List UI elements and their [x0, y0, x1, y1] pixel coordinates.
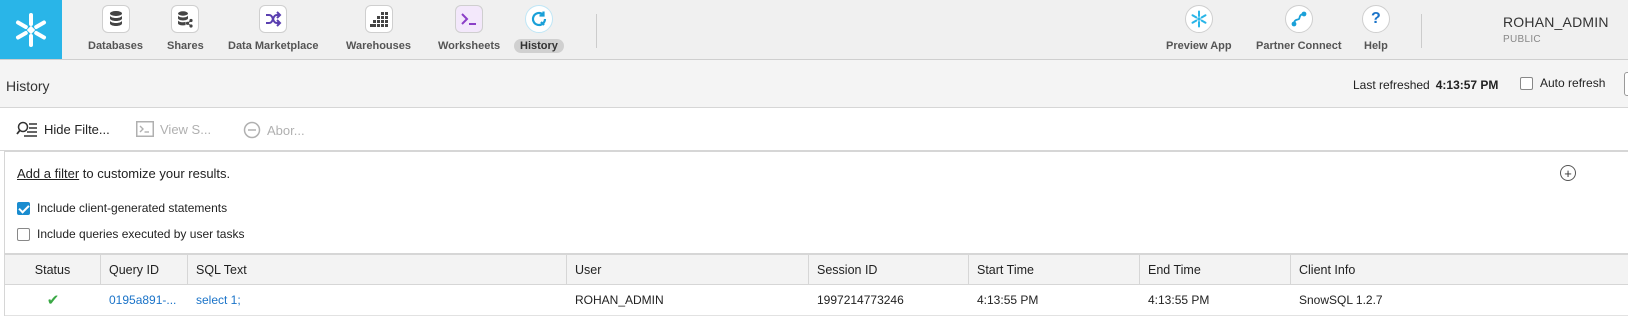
- column-header-status[interactable]: Status: [5, 255, 101, 284]
- nav-help-label: Help: [1364, 40, 1388, 52]
- query-id-link[interactable]: 0195a891-...: [109, 293, 176, 307]
- nav-databases[interactable]: Databases: [82, 0, 149, 59]
- nav-preview-app-label: Preview App: [1166, 40, 1232, 52]
- success-check-icon: ✔: [46, 292, 60, 309]
- add-filter-plus-icon[interactable]: +: [1560, 165, 1576, 181]
- view-sql-button[interactable]: View S...: [136, 121, 211, 137]
- marketplace-icon: [259, 5, 288, 33]
- column-header-sql-text[interactable]: SQL Text: [188, 255, 567, 284]
- abort-icon: [243, 121, 261, 139]
- include-client-statements-label: Include client-generated statements: [37, 201, 228, 215]
- last-refreshed: Last refreshed 4:13:57 PM: [1353, 78, 1498, 92]
- history-icon: [524, 5, 553, 33]
- nav-databases-label: Databases: [88, 40, 144, 52]
- snowflake-icon: [1184, 5, 1213, 33]
- database-icon: [101, 5, 130, 33]
- add-filter-link[interactable]: Add a filter: [17, 166, 79, 181]
- page-title: History: [6, 78, 50, 94]
- page-header: History Last refreshed 4:13:57 PM Auto re…: [0, 60, 1628, 108]
- snowflake-logo[interactable]: [0, 0, 62, 59]
- filter-hint-text: to customize your results.: [79, 166, 231, 181]
- abort-label: Abor...: [267, 122, 305, 138]
- shares-icon: [171, 5, 200, 33]
- nav-data-marketplace[interactable]: Data Marketplace: [222, 0, 325, 59]
- last-refreshed-label: Last refreshed: [1353, 78, 1430, 92]
- account-menu[interactable]: ROHAN_ADMIN PUBLIC: [1503, 14, 1609, 45]
- nav-help[interactable]: ? Help: [1358, 0, 1394, 59]
- terminal-icon: [455, 5, 484, 33]
- toolbar: Hide Filte... View S... Abor...: [0, 108, 1628, 151]
- table-row[interactable]: ✔ 0195a891-... select 1; ROHAN_ADMIN 199…: [5, 285, 1628, 316]
- header-edge-button[interactable]: [1624, 72, 1628, 96]
- account-role: PUBLIC: [1503, 34, 1541, 45]
- include-task-queries-label: Include queries executed by user tasks: [37, 227, 245, 241]
- top-nav: Databases Shares Data Marketplace Wareho…: [0, 0, 1628, 60]
- nav-warehouses-label: Warehouses: [346, 40, 412, 52]
- view-sql-label: View S...: [160, 121, 212, 137]
- last-refreshed-time: 4:13:57 PM: [1435, 78, 1499, 92]
- sql-terminal-icon: [136, 121, 154, 137]
- nav-divider: [596, 14, 597, 48]
- filter-panel: Add a filter to customize your results. …: [4, 151, 1628, 254]
- column-header-start-time[interactable]: Start Time: [969, 255, 1140, 284]
- hide-filters-label: Hide Filte...: [44, 121, 110, 137]
- partner-connect-icon: [1284, 5, 1313, 33]
- nav-divider-right: [1421, 14, 1422, 48]
- nav-partner-connect[interactable]: Partner Connect: [1250, 0, 1348, 59]
- nav-worksheets-label: Worksheets: [438, 40, 501, 52]
- auto-refresh-label: Auto refresh: [1540, 76, 1606, 90]
- nav-shares-label: Shares: [167, 40, 204, 52]
- session-id-cell: 1997214773246: [817, 293, 904, 307]
- warehouse-icon: [364, 5, 393, 33]
- auto-refresh-checkbox[interactable]: [1520, 76, 1533, 90]
- snowflake-logo-icon: [16, 12, 46, 47]
- abort-button[interactable]: Abor...: [243, 121, 305, 139]
- user-cell: ROHAN_ADMIN: [575, 293, 664, 307]
- table-header: Status Query ID SQL Text User Session ID…: [5, 254, 1628, 285]
- help-icon: ?: [1361, 5, 1390, 33]
- sql-text-link[interactable]: select 1;: [196, 293, 241, 307]
- nav-shares[interactable]: Shares: [161, 0, 210, 59]
- include-task-queries-option[interactable]: Include queries executed by user tasks: [17, 227, 244, 241]
- history-table: Status Query ID SQL Text User Session ID…: [4, 254, 1628, 316]
- end-time-cell: 4:13:55 PM: [1148, 293, 1210, 307]
- account-name: ROHAN_ADMIN: [1503, 14, 1609, 30]
- column-header-query-id[interactable]: Query ID: [101, 255, 188, 284]
- nav-worksheets[interactable]: Worksheets: [432, 0, 506, 59]
- query-id-cell: 0195a891-...: [101, 285, 188, 315]
- client-info-cell: SnowSQL 1.2.7: [1299, 293, 1383, 307]
- column-header-end-time[interactable]: End Time: [1140, 255, 1291, 284]
- column-header-session-id[interactable]: Session ID: [809, 255, 969, 284]
- auto-refresh-toggle[interactable]: Auto refresh: [1520, 76, 1605, 90]
- nav-history[interactable]: History: [514, 0, 564, 59]
- sql-text-cell: select 1;: [188, 285, 567, 315]
- status-cell: ✔: [5, 285, 101, 315]
- include-client-statements-option[interactable]: Include client-generated statements: [17, 201, 227, 215]
- include-client-statements-checkbox[interactable]: [17, 201, 30, 215]
- filter-hint: Add a filter to customize your results.: [17, 166, 230, 181]
- include-task-queries-checkbox[interactable]: [17, 227, 30, 241]
- nav-history-label: History: [514, 39, 564, 53]
- hide-filters-button[interactable]: Hide Filte...: [16, 121, 110, 137]
- nav-data-marketplace-label: Data Marketplace: [228, 40, 319, 52]
- column-header-client-info[interactable]: Client Info: [1291, 255, 1628, 284]
- filter-search-icon: [16, 121, 37, 137]
- nav-preview-app[interactable]: Preview App: [1160, 0, 1238, 59]
- nav-warehouses[interactable]: Warehouses: [340, 0, 417, 59]
- start-time-cell: 4:13:55 PM: [977, 293, 1039, 307]
- column-header-user[interactable]: User: [567, 255, 809, 284]
- nav-partner-connect-label: Partner Connect: [1256, 40, 1342, 52]
